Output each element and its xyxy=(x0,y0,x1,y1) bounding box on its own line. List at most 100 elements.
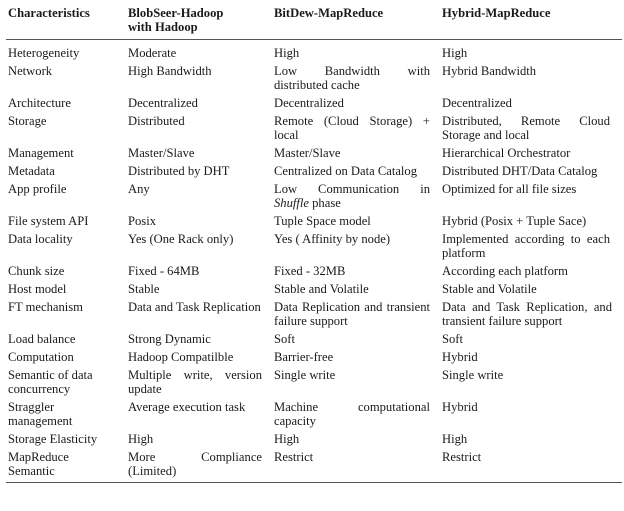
cell-blobseer: Average execution task xyxy=(128,400,246,414)
table-row: FT mechanism Data and Task Replication D… xyxy=(6,299,622,331)
cell-hybrid: Data and Task Replication, and transient… xyxy=(442,300,612,328)
cell-bitdew: Centralized on Data Catalog xyxy=(274,164,418,178)
table-row: MapReduce Semantic More Compliance (Limi… xyxy=(6,449,622,483)
cell-hybrid: Restrict xyxy=(442,450,482,464)
cell-characteristic: Load balance xyxy=(8,332,76,346)
cell-blobseer: Moderate xyxy=(128,46,177,60)
cell-bitdew: High xyxy=(274,46,300,60)
cell-bitdew: Master/Slave xyxy=(274,146,341,160)
header-bitdew-mapreduce: BitDew-MapReduce xyxy=(274,6,384,20)
cell-hybrid: Decentralized xyxy=(442,96,512,110)
cell-blobseer: Yes (One Rack only) xyxy=(128,232,234,246)
cell-blobseer: Any xyxy=(128,182,150,196)
cell-characteristic: Data locality xyxy=(8,232,73,246)
cell-characteristic: FT mechanism xyxy=(8,300,83,314)
cell-hybrid: Optimized for all file sizes xyxy=(442,182,577,196)
header-characteristics: Characteristics xyxy=(8,6,90,20)
cell-characteristic: Metadata xyxy=(8,164,55,178)
cell-blobseer: Distributed xyxy=(128,114,185,128)
cell-characteristic: Straggler management xyxy=(8,400,73,428)
comparison-table-container: Characteristics BlobSeer-Hadoop with Had… xyxy=(0,0,624,483)
cell-characteristic: Storage xyxy=(8,114,47,128)
cell-characteristic: App profile xyxy=(8,182,67,196)
cell-bitdew: Machine computational capacity xyxy=(274,400,430,428)
cell-bitdew-text: Low Communication in xyxy=(274,182,430,196)
cell-bitdew: Low Bandwidth with distributed cache xyxy=(274,64,430,92)
table-row: Chunk size Fixed - 64MB Fixed - 32MB Acc… xyxy=(6,263,622,281)
cell-blobseer: More Compliance (Limited) xyxy=(128,450,262,478)
cell-hybrid: Implemented according to each platform xyxy=(442,232,610,260)
table-row: Straggler management Average execution t… xyxy=(6,399,622,431)
cell-bitdew: Single write xyxy=(274,368,336,382)
cell-bitdew: Barrier-free xyxy=(274,350,334,364)
comparison-table: Characteristics BlobSeer-Hadoop with Had… xyxy=(6,0,622,483)
table-row: Storage Distributed Remote (Cloud Storag… xyxy=(6,113,622,145)
cell-bitdew: Data Replication and transient failure s… xyxy=(274,300,430,328)
table-row: Load balance Strong Dynamic Soft Soft xyxy=(6,331,622,349)
cell-blobseer: Distributed by DHT xyxy=(128,164,230,178)
cell-hybrid: Distributed, Remote Cloud Storage and lo… xyxy=(442,114,610,142)
table-row: Heterogeneity Moderate High High xyxy=(6,40,622,64)
cell-characteristic: Storage Elasticity xyxy=(8,432,98,446)
cell-characteristic: Computation xyxy=(8,350,74,364)
cell-characteristic: Host model xyxy=(8,282,67,296)
header-hybrid-mapreduce: Hybrid-MapReduce xyxy=(442,6,551,20)
cell-hybrid: Stable and Volatile xyxy=(442,282,537,296)
table-row: File system API Posix Tuple Space model … xyxy=(6,213,622,231)
cell-hybrid: Hybrid xyxy=(442,400,478,414)
cell-bitdew: Low Communication in Shuffle phase xyxy=(272,181,440,213)
cell-bitdew-text-end: phase xyxy=(308,196,341,210)
cell-characteristic: MapReduce Semantic xyxy=(8,450,69,478)
cell-blobseer: Master/Slave xyxy=(128,146,195,160)
cell-bitdew: Remote (Cloud Storage) + local xyxy=(274,114,430,142)
cell-characteristic: Semantic of data concurrency xyxy=(8,368,93,396)
cell-bitdew: High xyxy=(274,432,300,446)
cell-blobseer: Data and Task Replication xyxy=(128,300,261,314)
cell-bitdew: Restrict xyxy=(274,450,314,464)
cell-blobseer: Multiple write, version update xyxy=(128,368,262,396)
cell-hybrid: Hierarchical Orchestrator xyxy=(442,146,571,160)
cell-blobseer: Hadoop Compatilble xyxy=(128,350,234,364)
cell-bitdew: Soft xyxy=(274,332,295,346)
table-row: Computation Hadoop Compatilble Barrier-f… xyxy=(6,349,622,367)
cell-blobseer: Stable xyxy=(128,282,160,296)
cell-blobseer: High xyxy=(128,432,154,446)
cell-bitdew-emphasis: Shuffle xyxy=(274,196,309,210)
cell-blobseer: Posix xyxy=(128,214,156,228)
cell-characteristic: Management xyxy=(8,146,74,160)
table-row: Semantic of data concurrency Multiple wr… xyxy=(6,367,622,399)
table-body: Heterogeneity Moderate High High Network… xyxy=(6,40,622,483)
cell-bitdew: Fixed - 32MB xyxy=(274,264,346,278)
table-row: Data locality Yes (One Rack only) Yes ( … xyxy=(6,231,622,263)
cell-hybrid: Hybrid (Posix + Tuple Sace) xyxy=(442,214,587,228)
cell-blobseer: Decentralized xyxy=(128,96,198,110)
cell-bitdew: Stable and Volatile xyxy=(274,282,369,296)
table-row: Metadata Distributed by DHT Centralized … xyxy=(6,163,622,181)
cell-characteristic: Heterogeneity xyxy=(8,46,80,60)
header-row: Characteristics BlobSeer-Hadoop with Had… xyxy=(6,0,622,40)
header-blobseer-hadoop: BlobSeer-Hadoop with Hadoop xyxy=(128,6,224,34)
cell-hybrid: High xyxy=(442,432,468,446)
cell-hybrid: Distributed DHT/Data Catalog xyxy=(442,164,598,178)
table-row: Network High Bandwidth Low Bandwidth wit… xyxy=(6,63,622,95)
cell-characteristic: File system API xyxy=(8,214,89,228)
table-row: Storage Elasticity High High High xyxy=(6,431,622,449)
cell-bitdew: Tuple Space model xyxy=(274,214,371,228)
cell-characteristic: Architecture xyxy=(8,96,71,110)
cell-blobseer: Fixed - 64MB xyxy=(128,264,200,278)
cell-hybrid: Hybrid xyxy=(442,350,478,364)
cell-blobseer: Strong Dynamic xyxy=(128,332,211,346)
table-row: Architecture Decentralized Decentralized… xyxy=(6,95,622,113)
table-row: Host model Stable Stable and Volatile St… xyxy=(6,281,622,299)
cell-hybrid: According each platform xyxy=(442,264,568,278)
table-row: App profile Any Low Communication in Shu… xyxy=(6,181,622,213)
cell-characteristic: Network xyxy=(8,64,53,78)
cell-bitdew: Decentralized xyxy=(274,96,344,110)
table-header: Characteristics BlobSeer-Hadoop with Had… xyxy=(6,0,622,40)
cell-hybrid: Single write xyxy=(442,368,504,382)
cell-characteristic: Chunk size xyxy=(8,264,65,278)
cell-blobseer: High Bandwidth xyxy=(128,64,212,78)
cell-hybrid: Hybrid Bandwidth xyxy=(442,64,537,78)
cell-hybrid: High xyxy=(442,46,468,60)
cell-hybrid: Soft xyxy=(442,332,463,346)
